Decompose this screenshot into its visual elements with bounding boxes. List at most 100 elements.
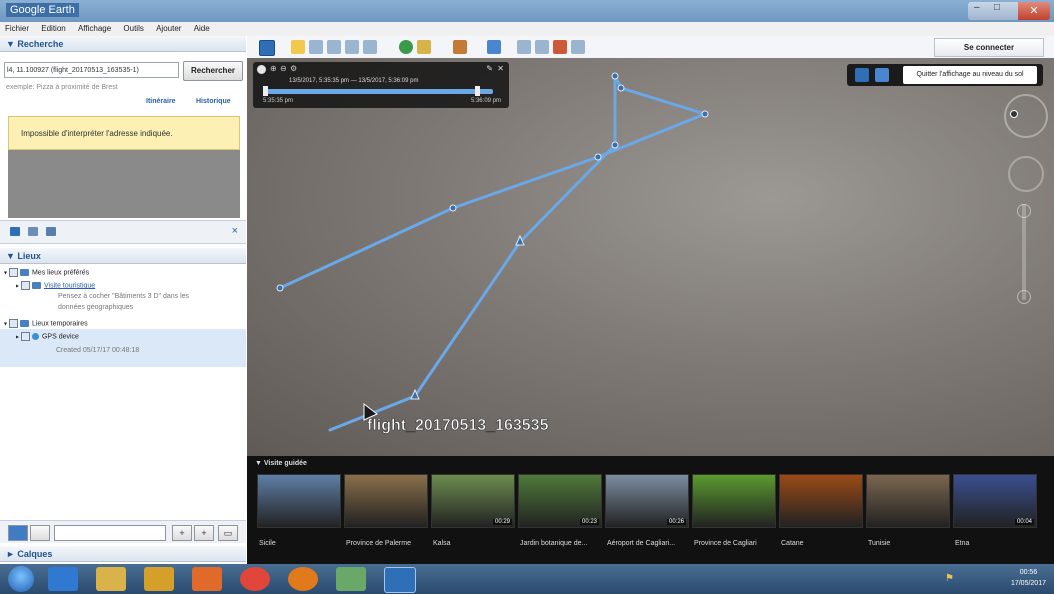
track-point[interactable]	[276, 284, 284, 292]
tour-thumbnail[interactable]	[866, 474, 950, 528]
person-icon[interactable]	[855, 68, 869, 82]
tree-item-gps[interactable]: ▸ GPS device	[16, 332, 79, 341]
copy-icon[interactable]	[28, 227, 38, 236]
path-icon[interactable]	[327, 40, 341, 54]
tour-thumbnail[interactable]: 00:23	[518, 474, 602, 528]
internet-explorer-icon[interactable]	[48, 567, 78, 591]
menu-view[interactable]: Affichage	[73, 22, 116, 33]
tour-header[interactable]: ▼ Visite guidée	[255, 460, 307, 467]
expand-icon[interactable]: ▾	[4, 270, 7, 276]
checkbox[interactable]	[20, 281, 30, 290]
layers-header[interactable]: ► Calques	[0, 546, 246, 562]
expand-icon[interactable]: ▸	[16, 283, 19, 289]
signin-button[interactable]: Se connecter	[934, 38, 1044, 57]
zoom-in-icon[interactable]	[1017, 204, 1031, 218]
email-icon[interactable]	[517, 40, 531, 54]
system-tray-icons[interactable]	[874, 573, 934, 585]
expand-icon[interactable]: ▾	[4, 321, 7, 327]
media-player-icon[interactable]	[192, 567, 222, 591]
view-toggle-icon[interactable]	[30, 525, 50, 541]
track-point[interactable]	[449, 204, 457, 212]
tour-thumbnail[interactable]	[344, 474, 428, 528]
tree-item-gps-selected[interactable]: ▸ GPS device Created 05/17/17 00:48:18	[0, 329, 246, 367]
checkbox[interactable]	[20, 332, 30, 341]
close-icon[interactable]: ✕	[1018, 2, 1050, 20]
zoom-slider[interactable]	[1022, 204, 1026, 300]
tree-item-label[interactable]: Visite touristique	[44, 282, 95, 289]
firefox-icon[interactable]	[288, 567, 318, 591]
placemark-icon[interactable]	[291, 40, 305, 54]
tour-thumbnail[interactable]	[257, 474, 341, 528]
clock-icon[interactable]	[257, 65, 266, 74]
track-point[interactable]	[594, 153, 602, 161]
zoom-in-icon[interactable]: ⊕	[270, 64, 277, 73]
file-explorer-icon[interactable]	[96, 567, 126, 591]
tour-icon[interactable]: ▭	[218, 525, 238, 541]
print-icon[interactable]	[535, 40, 549, 54]
track-point[interactable]	[617, 84, 625, 92]
checkbox[interactable]	[8, 319, 18, 328]
sunlight-icon[interactable]	[417, 40, 431, 54]
search-input[interactable]: l4, 11.100927 (flight_20170513_163535-1)	[4, 62, 179, 78]
exit-ground-level-button[interactable]: Quitter l'affichage au niveau du sol	[903, 66, 1037, 84]
places-filter-input[interactable]	[54, 525, 166, 541]
overlay-icon[interactable]	[345, 40, 359, 54]
tree-item-favorites[interactable]: ▾ Mes lieux préférés	[4, 268, 89, 277]
zoom-out-icon[interactable]: ⊖	[280, 64, 287, 73]
history-link[interactable]: Historique	[196, 98, 231, 105]
checkbox[interactable]	[8, 268, 18, 277]
folder-icon[interactable]	[10, 227, 20, 236]
add-folder-icon[interactable]: +	[194, 525, 214, 541]
chrome-icon[interactable]	[240, 567, 270, 591]
map-viewport[interactable]: flight_20170513_163535 ⊕ ⊖ ⚙ ✎ ✕ 13/5/20…	[247, 58, 1054, 456]
tour-thumbnail[interactable]: 00:04	[953, 474, 1037, 528]
search-header[interactable]: ▼ Recherche	[0, 36, 246, 52]
wrench-icon[interactable]: ✎	[486, 64, 493, 73]
maps-icon[interactable]	[571, 40, 585, 54]
start-button[interactable]	[8, 566, 34, 592]
settings-icon[interactable]: ⚙	[290, 64, 297, 73]
tour-thumbnail[interactable]: 00:26	[605, 474, 689, 528]
route-link[interactable]: Itinéraire	[146, 98, 176, 105]
track-point[interactable]	[701, 110, 709, 118]
menu-file[interactable]: Fichier	[0, 22, 34, 33]
track-point[interactable]	[611, 141, 619, 149]
google-earth-taskbar-icon[interactable]	[384, 567, 416, 593]
menu-tools[interactable]: Outils	[118, 22, 148, 33]
drive-icon[interactable]	[144, 567, 174, 591]
close-icon[interactable]: ✕	[497, 64, 504, 73]
time-slider-end-handle[interactable]	[475, 86, 480, 96]
save-image-icon[interactable]	[553, 40, 567, 54]
tour-thumbnail[interactable]	[692, 474, 776, 528]
time-slider-start-handle[interactable]	[263, 86, 268, 96]
move-joystick[interactable]	[1008, 156, 1044, 192]
zoom-out-icon[interactable]	[1017, 290, 1031, 304]
menu-edit[interactable]: Edition	[36, 22, 70, 33]
look-icon[interactable]	[875, 68, 889, 82]
maximize-icon[interactable]: □	[994, 2, 1000, 13]
add-icon[interactable]: +	[172, 525, 192, 541]
taskbar-clock[interactable]: 00:56 17/05/2017	[1011, 567, 1046, 589]
search-places-icon[interactable]	[8, 525, 28, 541]
time-slider-track[interactable]	[267, 89, 493, 94]
close-icon[interactable]: ×	[232, 225, 238, 237]
search-button[interactable]: Rechercher	[183, 61, 243, 81]
image-viewer-icon[interactable]	[336, 567, 366, 591]
polygon-icon[interactable]	[309, 40, 323, 54]
menu-help[interactable]: Aide	[189, 22, 215, 33]
tree-item-temporary[interactable]: ▾ Lieux temporaires	[4, 319, 88, 328]
compass-north-icon[interactable]	[1010, 110, 1018, 118]
sidebar-toggle-icon[interactable]	[259, 40, 275, 56]
menu-add[interactable]: Ajouter	[151, 22, 186, 33]
expand-icon[interactable]: ▸	[16, 334, 19, 340]
print-icon[interactable]	[46, 227, 56, 236]
record-tour-icon[interactable]	[363, 40, 377, 54]
minimize-icon[interactable]: –	[974, 2, 980, 13]
tree-item-tour[interactable]: ▸ Visite touristique	[16, 281, 95, 290]
historical-imagery-icon[interactable]	[399, 40, 413, 54]
tour-thumbnail[interactable]	[779, 474, 863, 528]
planets-icon[interactable]	[453, 40, 467, 54]
flag-icon[interactable]: ⚑	[945, 573, 954, 584]
tour-thumbnail[interactable]: 00:29	[431, 474, 515, 528]
track-point[interactable]	[611, 72, 619, 80]
